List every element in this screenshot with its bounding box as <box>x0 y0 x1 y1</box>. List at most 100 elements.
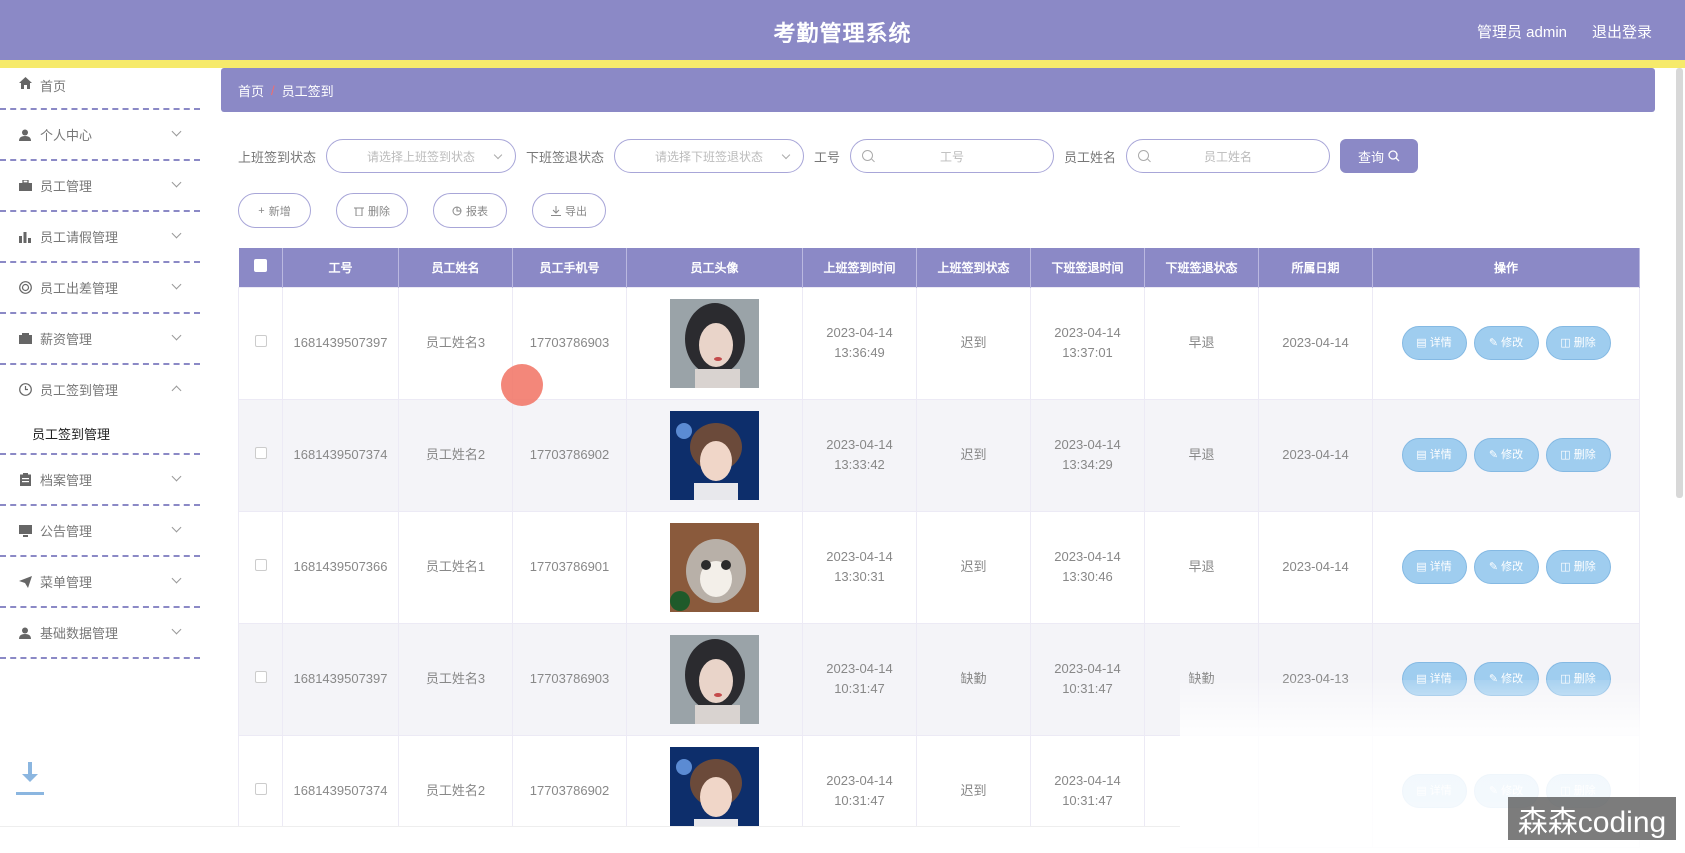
sidebar-item-label: 公告管理 <box>40 524 93 539</box>
employee-id-cell: 1681439507397 <box>282 286 399 400</box>
export-button-label: 导出 <box>565 205 587 218</box>
breadcrumb-home[interactable]: 首页 <box>238 81 264 100</box>
sidebar-item-profile[interactable]: 个人中心 <box>0 110 200 161</box>
row-select-cell <box>238 510 283 624</box>
breadcrumb: 首页 / 员工签到 <box>221 68 1655 112</box>
edit-button[interactable]: ✎修改 <box>1473 438 1539 472</box>
sidebar-item-home[interactable]: 首页 <box>0 68 200 110</box>
row-checkbox[interactable] <box>254 559 267 571</box>
select-placeholder: 请选择下班签退状态 <box>655 149 764 164</box>
chevron-down-icon <box>493 150 503 160</box>
detail-button[interactable]: ▤详情 <box>1401 326 1467 360</box>
checkin-status-cell: 迟到 <box>916 398 1031 512</box>
table-row: 1681439507366 员工姓名1 17703786901 2023-04-14… <box>238 510 1640 624</box>
chevron-down-icon <box>171 177 182 188</box>
checkout-status-select[interactable]: 请选择下班签退状态 <box>614 139 805 173</box>
column-header: 下班签退状态 <box>1144 248 1259 287</box>
employee-name-cell: 员工姓名3 <box>398 286 513 400</box>
breadcrumb-current: 员工签到 <box>281 83 334 99</box>
detail-icon: ▤ <box>1416 561 1427 573</box>
edit-label: 修改 <box>1501 337 1524 349</box>
row-checkbox[interactable] <box>254 447 267 459</box>
sidebar-item-menus[interactable]: 菜单管理 <box>0 557 200 608</box>
checkout-time-cell: 2023-04-14 13:37:01 <box>1030 286 1145 400</box>
select-all-checkbox[interactable] <box>253 259 267 273</box>
delete-label: 删除 <box>1573 449 1596 461</box>
add-button[interactable]: + 新增 <box>238 193 311 228</box>
chevron-down-icon <box>171 126 182 137</box>
sidebar-item-checkin[interactable]: 员工签到管理 <box>0 365 200 413</box>
edit-button[interactable]: ✎修改 <box>1473 326 1539 360</box>
logout-link[interactable]: 退出登录 <box>1592 21 1652 42</box>
checkin-status-select[interactable]: 请选择上班签到状态 <box>326 139 517 173</box>
query-button-label: 查询 <box>1358 149 1385 165</box>
sidebar-item-notices[interactable]: 公告管理 <box>0 506 200 557</box>
table-row: 1681439507397 员工姓名3 17703786903 2023-04-14… <box>238 286 1640 400</box>
avatar <box>670 746 759 836</box>
row-select-cell <box>238 398 283 512</box>
export-button[interactable]: 导出 <box>532 193 606 228</box>
sidebar-item-label: 薪资管理 <box>40 332 93 347</box>
checkout-status-cell: 早退 <box>1144 398 1259 512</box>
employee-name-cell: 员工姓名2 <box>398 398 513 512</box>
detail-button[interactable]: ▤详情 <box>1401 438 1467 472</box>
trash-icon <box>354 207 364 216</box>
sidebar-item-archives[interactable]: 档案管理 <box>0 455 200 506</box>
employee-id-cell: 1681439507366 <box>282 510 399 624</box>
detail-label: 详情 <box>1429 449 1452 461</box>
edit-button[interactable]: ✎修改 <box>1473 550 1539 584</box>
breadcrumb-separator: / <box>271 82 275 98</box>
sidebar-item-salary[interactable]: 薪资管理 <box>0 314 200 365</box>
checkout-time-cell: 2023-04-14 13:30:46 <box>1030 510 1145 624</box>
row-checkbox[interactable] <box>254 335 267 347</box>
table-header-row: 工号 员工姓名 员工手机号 员工头像 上班签到时间 上班签到状态 下班签退时间 … <box>238 248 1640 287</box>
sidebar-item-employees[interactable]: 员工管理 <box>0 161 200 212</box>
trash-icon: ◫ <box>1560 449 1571 461</box>
sidebar-item-label: 首页 <box>40 79 67 94</box>
sidebar-item-label: 菜单管理 <box>40 575 93 590</box>
column-header: 操作 <box>1372 248 1640 287</box>
search-bar: 上班签到状态 请选择上班签到状态 下班签退状态 请选择下班签退状态 工号 工号 … <box>238 139 1419 173</box>
checkin-status-label: 上班签到状态 <box>238 149 317 165</box>
sidebar-item-trips[interactable]: 员工出差管理 <box>0 263 200 314</box>
checkin-time: 2023-04-14 13:30:31 <box>826 549 893 584</box>
checkout-time-cell: 2023-04-14 10:31:47 <box>1030 622 1145 736</box>
checkin-time: 2023-04-14 13:33:42 <box>826 437 893 472</box>
vertical-scrollbar[interactable] <box>1676 68 1683 498</box>
action-bar: + 新增 删除 报表 导出 <box>238 193 631 228</box>
employee-name-cell: 员工姓名1 <box>398 510 513 624</box>
top-bar: 考勤管理系统 管理员 admin 退出登录 <box>0 0 1685 60</box>
checkin-time: 2023-04-14 10:31:47 <box>826 661 893 696</box>
chevron-down-icon <box>171 573 182 584</box>
row-delete-button[interactable]: ◫删除 <box>1545 550 1611 584</box>
checkin-time-cell: 2023-04-14 13:33:42 <box>802 398 917 512</box>
chevron-down-icon <box>781 150 791 160</box>
row-delete-button[interactable]: ◫删除 <box>1545 438 1611 472</box>
avatar-cell <box>626 622 803 736</box>
avatar-cell <box>626 398 803 512</box>
globe-icon <box>18 281 32 295</box>
row-delete-button[interactable]: ◫删除 <box>1545 326 1611 360</box>
employee-phone-cell: 17703786901 <box>512 510 627 624</box>
column-header: 所属日期 <box>1258 248 1373 287</box>
row-checkbox[interactable] <box>254 671 267 683</box>
avatar <box>670 298 759 388</box>
download-icon[interactable] <box>16 758 44 798</box>
column-header: 员工头像 <box>626 248 803 287</box>
employee-phone-cell: 17703786903 <box>512 622 627 736</box>
avatar-cell <box>626 510 803 624</box>
row-select-cell <box>238 286 283 400</box>
sidebar-item-basedata[interactable]: 基础数据管理 <box>0 608 200 659</box>
employee-id-input[interactable]: 工号 <box>850 139 1055 173</box>
detail-button[interactable]: ▤详情 <box>1401 550 1467 584</box>
delete-button[interactable]: 删除 <box>336 193 408 228</box>
sidebar-item-leave[interactable]: 员工请假管理 <box>0 212 200 263</box>
query-button[interactable]: 查询 <box>1340 139 1419 173</box>
row-checkbox[interactable] <box>254 783 267 795</box>
employee-name-input[interactable]: 员工姓名 <box>1126 139 1331 173</box>
employee-id-label: 工号 <box>814 149 841 165</box>
detail-icon: ▤ <box>1416 449 1427 461</box>
sidebar-subitem-checkin[interactable]: 员工签到管理 <box>0 413 200 455</box>
chevron-down-icon <box>171 522 182 533</box>
report-button[interactable]: 报表 <box>433 193 507 228</box>
